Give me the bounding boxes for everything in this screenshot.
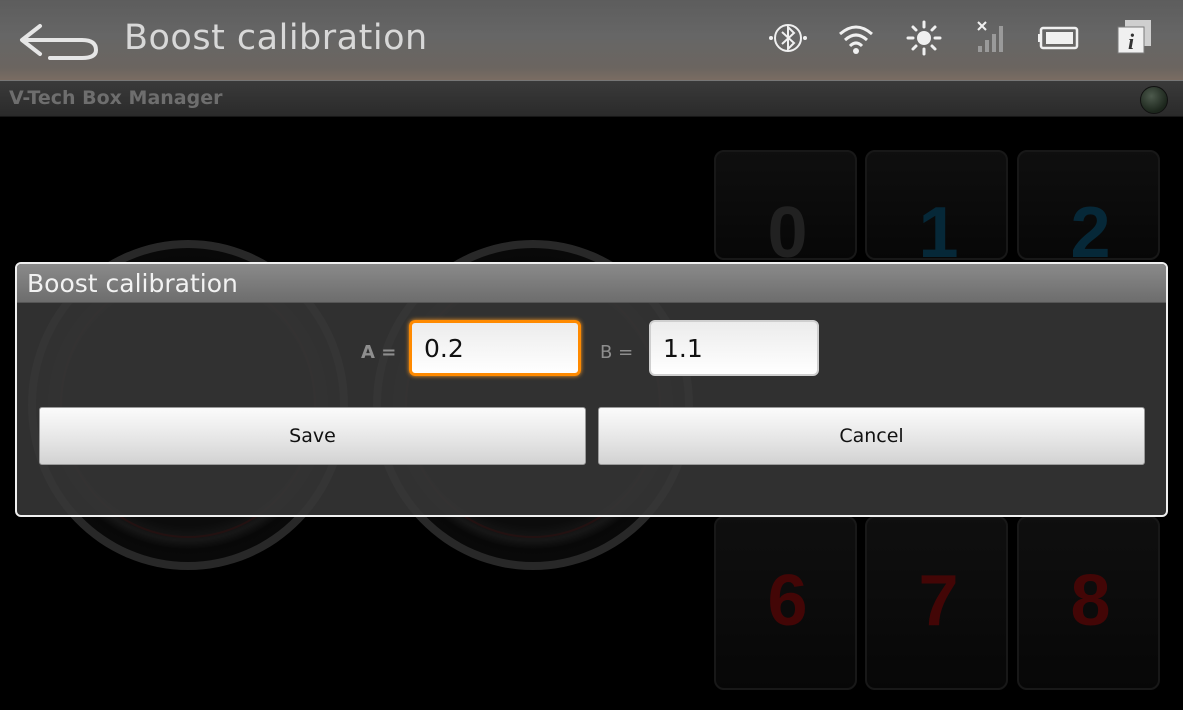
- bluetooth-icon[interactable]: [766, 18, 810, 58]
- connection-status-led: [1140, 86, 1168, 114]
- label-b: B =: [600, 342, 634, 363]
- info-icon[interactable]: i: [1113, 18, 1157, 58]
- wifi-icon[interactable]: [834, 18, 878, 58]
- app-title-bar: V-Tech Box Manager: [0, 80, 1183, 117]
- signal-off-icon[interactable]: [970, 18, 1014, 58]
- dialog-title-bar: Boost calibration: [17, 264, 1166, 303]
- save-button[interactable]: Save: [39, 407, 586, 465]
- boost-calibration-dialog: Boost calibration A = B = Save Cancel: [15, 262, 1168, 517]
- back-arrow-icon: [14, 14, 104, 66]
- action-bar: Boost calibration i: [0, 0, 1183, 80]
- app-name: V-Tech Box Manager: [9, 87, 223, 109]
- label-a: A =: [361, 342, 397, 363]
- back-button[interactable]: [14, 14, 104, 66]
- page-title: Boost calibration: [124, 18, 428, 58]
- brightness-icon[interactable]: [902, 18, 946, 58]
- svg-text:i: i: [1128, 29, 1135, 54]
- dialog-title: Boost calibration: [27, 269, 238, 298]
- a-value-input[interactable]: [409, 320, 581, 376]
- cancel-button[interactable]: Cancel: [598, 407, 1145, 465]
- b-value-input[interactable]: [649, 320, 819, 376]
- battery-icon[interactable]: [1038, 18, 1082, 58]
